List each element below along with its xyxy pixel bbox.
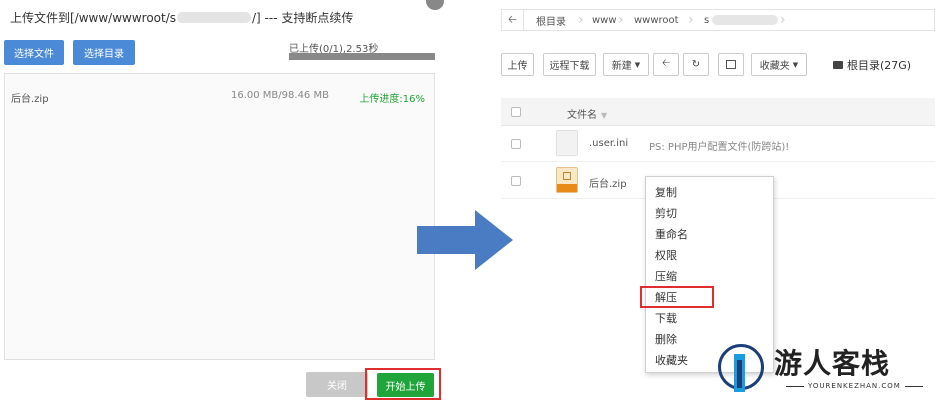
upload-file-size: 16.00 MB/98.46 MB <box>231 90 329 101</box>
menu-item-permissions[interactable]: 权限 <box>646 245 773 266</box>
refresh-button[interactable]: ↻ <box>683 53 709 76</box>
breadcrumb-wwwroot[interactable]: wwwroot <box>634 10 679 30</box>
upload-file-list: 后台.zip 16.00 MB/98.46 MB 上传进度:16% <box>4 73 435 360</box>
file-name[interactable]: .user.ini <box>589 138 628 149</box>
file-name[interactable]: 后台.zip <box>589 175 627 190</box>
caret-down-icon: ▼ <box>792 60 799 69</box>
terminal-button[interactable] <box>718 53 744 76</box>
overall-progress-fill <box>289 53 435 60</box>
breadcrumb-separator: › <box>688 12 694 28</box>
dialog-close-icon[interactable] <box>426 0 444 10</box>
logo-inner-bar <box>737 360 742 388</box>
favorites-button[interactable]: 收藏夹 ▼ <box>751 53 807 76</box>
back-arrow-icon[interactable]: 🡠 <box>502 10 524 30</box>
breadcrumb-separator: › <box>780 12 786 28</box>
terminal-icon <box>726 60 736 69</box>
filename-column-header[interactable]: 文件名 ▼ <box>567 106 607 121</box>
redacted-path <box>177 12 252 23</box>
upload-button[interactable]: 上传 <box>501 53 534 76</box>
breadcrumb-site[interactable]: s <box>704 10 779 30</box>
menu-item-compress[interactable]: 压缩 <box>646 266 773 287</box>
watermark-logo: 游人客栈 YOURENKEZHAN.COM <box>718 342 918 402</box>
breadcrumb-separator: › <box>618 12 624 28</box>
caret-down-icon: ▼ <box>634 60 641 69</box>
menu-item-copy[interactable]: 复制 <box>646 182 773 203</box>
disk-info: 根目录(27G) <box>833 57 911 73</box>
remote-download-button[interactable]: 远程下载 <box>543 53 596 76</box>
dialog-title-suffix: /] --- 支持断点续传 <box>252 11 354 25</box>
new-button[interactable]: 新建 ▼ <box>603 53 649 76</box>
select-file-button[interactable]: 选择文件 <box>4 40 64 65</box>
new-button-label: 新建 <box>611 61 632 72</box>
upload-file-row: 后台.zip 16.00 MB/98.46 MB 上传进度:16% <box>11 90 429 105</box>
close-button[interactable]: 关闭 <box>306 372 368 397</box>
select-all-checkbox[interactable] <box>511 107 521 117</box>
watermark-name: 游人客栈 <box>774 347 891 380</box>
sort-caret-icon: ▼ <box>601 111 608 120</box>
watermark-url: YOURENKEZHAN.COM <box>782 382 927 390</box>
dialog-title: 上传文件到[/www/wwwroot/s /] --- 支持断点续传 <box>10 9 353 26</box>
back-button[interactable]: 🡠 <box>653 53 679 76</box>
menu-item-rename[interactable]: 重命名 <box>646 224 773 245</box>
extract-highlight-box <box>640 286 714 308</box>
redacted-site-name <box>712 15 779 25</box>
overall-progress-bar <box>289 53 435 60</box>
blank-file-icon <box>556 130 578 156</box>
favorites-button-label: 收藏夹 <box>759 61 790 72</box>
file-table-header: 文件名 ▼ <box>501 98 935 126</box>
refresh-icon: ↻ <box>691 59 701 70</box>
row-checkbox[interactable] <box>511 139 521 149</box>
row-checkbox[interactable] <box>511 176 521 186</box>
upload-file-progress: 上传进度:16% <box>359 94 425 105</box>
file-note: PS: PHP用户配置文件(防跨站)! <box>649 142 790 153</box>
breadcrumb-site-label: s <box>704 14 710 26</box>
filename-column-label: 文件名 <box>567 110 597 121</box>
breadcrumb-separator: › <box>578 12 584 28</box>
disk-icon <box>833 61 843 69</box>
menu-item-download[interactable]: 下载 <box>646 308 773 329</box>
file-row-user-ini[interactable]: .user.ini PS: PHP用户配置文件(防跨站)! <box>501 126 935 162</box>
dialog-title-prefix: 上传文件到[/www/wwwroot/s <box>10 11 177 25</box>
select-directory-button[interactable]: 选择目录 <box>73 40 135 65</box>
upload-file-name: 后台.zip <box>11 94 49 105</box>
breadcrumb: 🡠 根目录 › www › wwwroot › s › <box>501 9 935 31</box>
disk-label: 根目录(27G) <box>847 59 912 72</box>
menu-item-cut[interactable]: 剪切 <box>646 203 773 224</box>
breadcrumb-www[interactable]: www <box>592 10 617 30</box>
back-arrow-icon: 🡠 <box>661 58 671 69</box>
upload-dialog: 上传文件到[/www/wwwroot/s /] --- 支持断点续传 选择文件 选… <box>0 0 448 411</box>
zip-file-icon <box>556 167 578 193</box>
breadcrumb-root[interactable]: 根目录 <box>536 10 566 30</box>
start-upload-highlight-box <box>365 368 441 400</box>
